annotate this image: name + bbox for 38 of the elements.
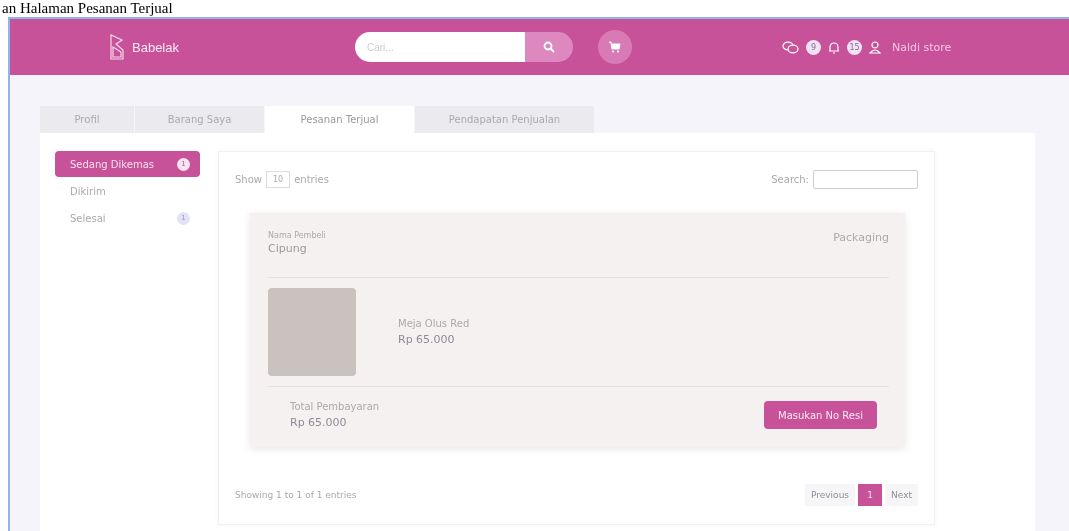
chat-count-badge: 9: [806, 39, 821, 55]
pagination-button[interactable]: 1: [858, 484, 883, 506]
sidebar-label: Dikirim: [70, 185, 106, 197]
tab[interactable]: Profil: [40, 106, 135, 133]
buyer-label: Nama Pembeli: [268, 231, 326, 240]
enter-receipt-button[interactable]: Masukan No Resi: [764, 401, 877, 429]
entries-info: Showing 1 to 1 of 1 entries: [235, 490, 357, 500]
caption-text: an Halaman Pesanan Terjual: [1, 0, 174, 17]
pagination-button[interactable]: Next: [885, 484, 918, 506]
cart-icon: [609, 41, 621, 53]
pagination-button[interactable]: Previous: [805, 484, 856, 506]
user-icon[interactable]: [869, 40, 881, 54]
sidebar-item[interactable]: Dikirim: [55, 178, 200, 204]
product-name: Meja Olus Red: [398, 318, 470, 329]
total-label: Total Pembayaran: [290, 401, 380, 412]
sidebar-label: Selesai: [70, 212, 106, 224]
tab[interactable]: Barang Saya: [135, 106, 265, 133]
search-icon: [543, 41, 555, 53]
brand-name: Babelak: [132, 39, 179, 55]
entries-label: entries: [294, 174, 329, 185]
tab[interactable]: Pesanan Terjual: [265, 106, 415, 133]
search-label: Search:: [771, 174, 809, 185]
chat-icon[interactable]: [782, 40, 799, 54]
bell-icon[interactable]: [828, 40, 840, 54]
search-button[interactable]: [525, 32, 573, 62]
logo-icon: [110, 34, 124, 60]
sidebar-label: Sedang Dikemas: [70, 158, 154, 170]
cart-button[interactable]: [598, 30, 632, 64]
notification-count-badge: 15: [847, 39, 862, 55]
tab[interactable]: Pendapatan Penjualan: [415, 106, 595, 133]
buyer-name: Cipung: [268, 242, 308, 255]
total-amount: Rp 65.000: [290, 416, 348, 429]
product-price: Rp 65.000: [398, 333, 456, 346]
table-search-field[interactable]: [813, 170, 918, 189]
show-label: Show: [235, 174, 262, 185]
order-status: Packaging: [833, 231, 889, 246]
user-name[interactable]: Naldi store: [892, 40, 952, 54]
page-size-select[interactable]: 10: [266, 171, 291, 188]
